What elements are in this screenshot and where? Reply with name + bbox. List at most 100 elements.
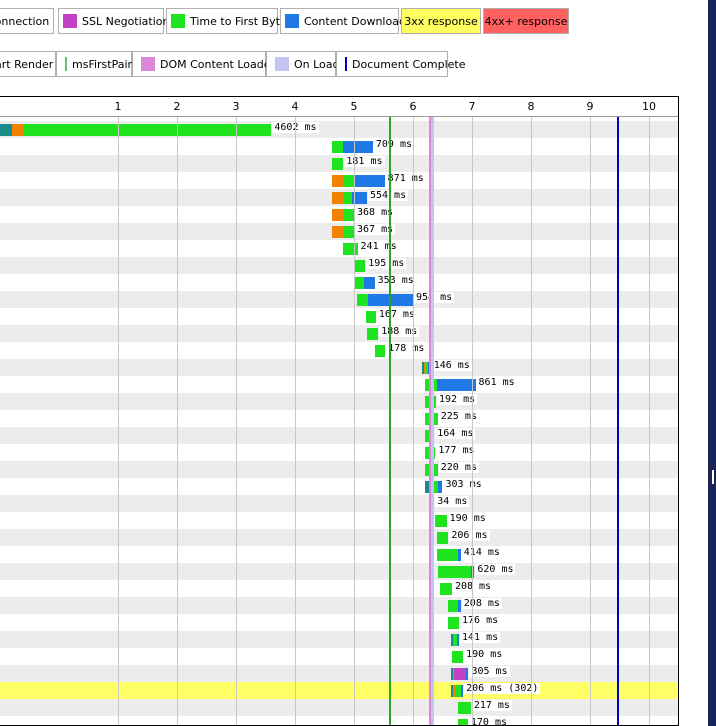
request-row[interactable]: 208 ms [0,597,678,614]
request-row[interactable]: 220 ms [0,461,678,478]
legend-item-msfirstpaint: msFirstPaint [56,51,139,77]
request-row[interactable]: 178 ms [0,342,678,359]
request-row[interactable]: 206 ms (302) [0,682,678,699]
legend-swatch [345,57,347,71]
axis-tick-7: 7 [468,100,476,113]
connect-segment [11,124,24,136]
legend-item-start-render: art Render [0,51,56,77]
request-row[interactable]: 190 ms [0,512,678,529]
request-duration: 871 ms [385,173,426,184]
legend-item-dom-content-loaded: DOM Content Loaded [132,51,278,77]
request-row[interactable]: 954 ms [0,291,678,308]
request-row[interactable]: 206 ms [0,529,678,546]
grid-line-4 [295,117,296,725]
connect-segment [331,209,344,221]
legend-label: DOM Content Loaded [160,57,278,71]
request-duration: 303 ms [443,479,484,490]
request-row[interactable]: 225 ms [0,410,678,427]
download-segment [456,634,460,646]
request-row[interactable]: 190 ms [0,648,678,665]
request-row[interactable]: 217 ms [0,699,678,716]
request-row[interactable]: 146 ms [0,359,678,376]
download-segment [355,175,385,187]
request-row[interactable]: 181 ms [0,155,678,172]
request-row[interactable]: 170 ms [0,716,678,725]
request-duration: 217 ms [471,700,512,711]
request-duration: 141 ms [460,632,501,643]
ttfb-segment [451,651,464,663]
legend-item-connection: Connection [0,8,54,34]
request-row[interactable]: 176 ms [0,614,678,631]
request-row[interactable]: 303 ms [0,478,678,495]
request-row[interactable]: 871 ms [0,172,678,189]
on-load-line [430,117,434,725]
request-row[interactable]: 554 ms [0,189,678,206]
ttfb-segment [356,294,368,306]
legend-swatch [63,14,77,28]
request-row[interactable]: 195 ms [0,257,678,274]
request-duration: 34 ms [435,496,470,507]
axis-tick-8: 8 [527,100,535,113]
connect-segment [331,192,344,204]
request-duration: 146 ms [431,360,472,371]
ttfb-segment [374,345,386,357]
request-duration: 164 ms [435,428,476,439]
download-segment [436,379,476,391]
request-row[interactable]: 208 ms [0,580,678,597]
ttfb-segment [365,311,376,323]
ttfb-segment [331,141,344,153]
request-row[interactable]: 861 ms [0,376,678,393]
grid-line-3 [236,117,237,725]
time-axis: 1234567891011 [0,97,678,117]
request-row[interactable]: 192 ms [0,393,678,410]
request-row[interactable]: 141 ms [0,631,678,648]
window-edge [708,0,716,726]
grid-line-1 [118,117,119,725]
legend-item-content-download: Content Download [280,8,406,34]
request-row[interactable]: 367 ms [0,223,678,240]
ttfb-segment [366,328,379,340]
request-row[interactable]: 164 ms [0,427,678,444]
legend-label: msFirstPaint [72,57,139,71]
request-row[interactable]: 188 ms [0,325,678,342]
legend-item-on-load: On Load [266,51,340,77]
ttfb-segment [343,209,354,221]
download-segment [460,685,464,697]
request-row[interactable]: 177 ms [0,444,678,461]
request-row[interactable]: 709 ms [0,138,678,155]
request-row[interactable]: 353 ms [0,274,678,291]
download-segment [458,600,461,612]
legend-swatch [171,14,185,28]
grid-line-10 [649,117,650,725]
download-segment [364,277,375,289]
axis-tick-2: 2 [173,100,181,113]
legend-item-time-to-first-byte: Time to First Byte [166,8,287,34]
ttfb-segment [457,702,471,714]
request-row[interactable]: 305 ms [0,665,678,682]
legend-label: SSL Negotiation [82,14,170,28]
download-segment [438,481,443,493]
request-row[interactable]: 368 ms [0,206,678,223]
legend-swatch [275,57,289,71]
grid-line-6 [413,117,414,725]
legend-label: On Load [294,57,340,71]
request-row[interactable]: 620 ms [0,563,678,580]
request-row[interactable]: 4602 ms [0,121,678,138]
request-duration: 167 ms [376,309,417,320]
request-duration: 177 ms [436,445,477,456]
legend-swatch [65,57,67,71]
connect-segment [331,226,344,238]
start-render-line [389,117,392,725]
ttfb-segment [343,192,353,204]
request-duration: 861 ms [476,377,517,388]
request-duration: 305 ms [469,666,510,677]
request-row[interactable]: 167 ms [0,308,678,325]
ttfb-segment [457,719,468,725]
request-row[interactable]: 241 ms [0,240,678,257]
ttfb-segment [23,124,272,136]
ttfb-segment [436,532,449,544]
request-row[interactable]: 34 ms [0,495,678,512]
ttfb-segment [437,566,471,578]
request-duration: 554 ms [367,190,409,201]
request-row[interactable]: 414 ms [0,546,678,563]
